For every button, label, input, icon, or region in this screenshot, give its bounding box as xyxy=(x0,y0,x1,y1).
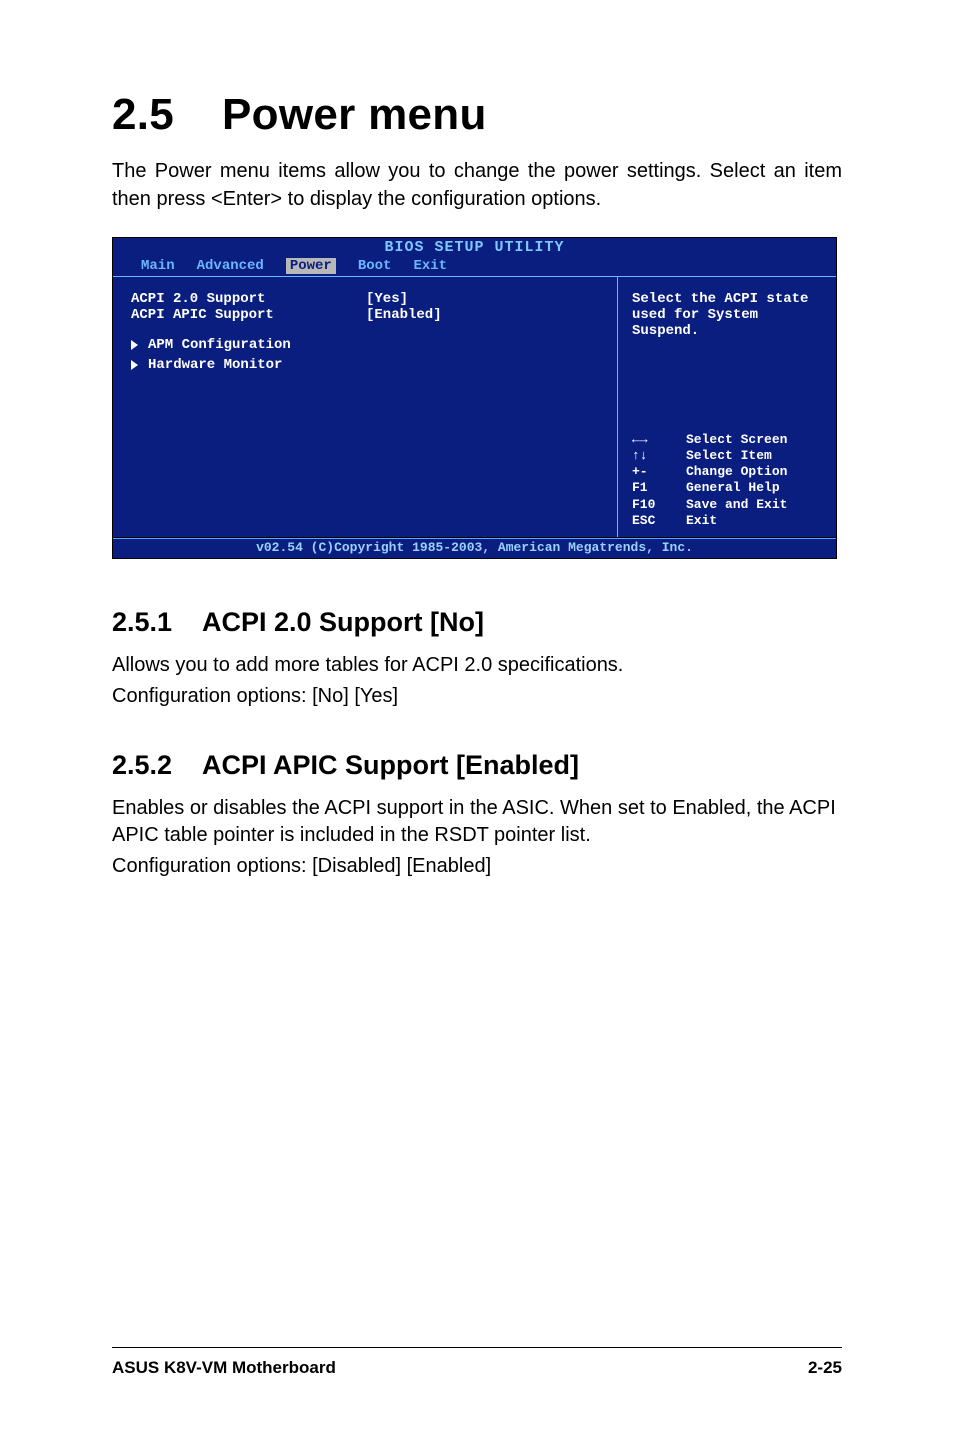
bios-left-pane: ACPI 2.0 Support [Yes] ACPI APIC Support… xyxy=(113,277,618,537)
bios-item-label: ACPI 2.0 Support xyxy=(131,291,366,307)
key-desc: Change Option xyxy=(686,464,787,480)
bios-item-value: [Enabled] xyxy=(366,307,442,323)
triangle-icon xyxy=(131,340,138,350)
key-desc: Exit xyxy=(686,513,717,529)
bios-item-acpi20[interactable]: ACPI 2.0 Support [Yes] xyxy=(131,291,599,307)
subsection-number: 2.5.1 xyxy=(112,607,202,638)
footer-left: ASUS K8V-VM Motherboard xyxy=(112,1358,336,1378)
bios-key-hints: ←→ Select Screen ↑↓ Select Item +- Change O… xyxy=(632,432,826,530)
subsection-number: 2.5.2 xyxy=(112,750,202,781)
section-number: 2.5 xyxy=(112,90,222,140)
bios-tab-boot[interactable]: Boot xyxy=(358,258,392,274)
bios-item-acpiapic[interactable]: ACPI APIC Support [Enabled] xyxy=(131,307,599,323)
key-desc: Save and Exit xyxy=(686,497,787,513)
bios-tab-bar: Main Advanced Power Boot Exit xyxy=(113,256,836,276)
key: F1 xyxy=(632,480,668,496)
subsection-title: ACPI 2.0 Support [No] xyxy=(202,607,484,637)
triangle-icon xyxy=(131,360,138,370)
footer-right: 2-25 xyxy=(808,1358,842,1378)
bios-footer: v02.54 (C)Copyright 1985-2003, American … xyxy=(113,538,836,558)
intro-paragraph: The Power menu items allow you to change… xyxy=(112,158,842,213)
bios-tab-exit[interactable]: Exit xyxy=(413,258,447,274)
bios-submenu-hardware-monitor[interactable]: Hardware Monitor xyxy=(131,357,599,373)
bios-tab-main[interactable]: Main xyxy=(141,258,175,274)
bios-help-line: Suspend. xyxy=(632,323,826,339)
key: ←→ xyxy=(632,432,668,448)
section-text: Power menu xyxy=(222,90,487,139)
key: F10 xyxy=(632,497,668,513)
body-paragraph: Configuration options: [No] [Yes] xyxy=(112,683,842,710)
page-title: 2.5Power menu xyxy=(112,90,842,140)
bios-tab-advanced[interactable]: Advanced xyxy=(197,258,264,274)
bios-item-label: ACPI APIC Support xyxy=(131,307,366,323)
body-paragraph: Allows you to add more tables for ACPI 2… xyxy=(112,652,842,679)
bios-help-line: Select the ACPI state xyxy=(632,291,826,307)
key: ESC xyxy=(632,513,668,529)
body-paragraph: Configuration options: [Disabled] [Enabl… xyxy=(112,853,842,880)
key-desc: General Help xyxy=(686,480,780,496)
bios-help-line: used for System xyxy=(632,307,826,323)
bios-submenu-label: APM Configuration xyxy=(148,337,291,353)
bios-help-text: Select the ACPI state used for System Su… xyxy=(632,291,826,339)
bios-title: BIOS SETUP UTILITY xyxy=(113,238,836,256)
subsection-heading: 2.5.2ACPI APIC Support [Enabled] xyxy=(112,750,842,781)
bios-tab-power[interactable]: Power xyxy=(286,258,336,274)
key: +- xyxy=(632,464,668,480)
subsection-heading: 2.5.1ACPI 2.0 Support [No] xyxy=(112,607,842,638)
bios-submenu-apm[interactable]: APM Configuration xyxy=(131,337,599,353)
key-desc: Select Screen xyxy=(686,432,787,448)
bios-screenshot: BIOS SETUP UTILITY Main Advanced Power B… xyxy=(112,237,837,559)
body-paragraph: Enables or disables the ACPI support in … xyxy=(112,795,842,849)
page-footer: ASUS K8V-VM Motherboard 2-25 xyxy=(112,1347,842,1378)
bios-right-pane: Select the ACPI state used for System Su… xyxy=(618,277,836,537)
key: ↑↓ xyxy=(632,448,668,464)
key-desc: Select Item xyxy=(686,448,772,464)
subsection-title: ACPI APIC Support [Enabled] xyxy=(202,750,579,780)
bios-item-value: [Yes] xyxy=(366,291,408,307)
bios-submenu-label: Hardware Monitor xyxy=(148,357,282,373)
